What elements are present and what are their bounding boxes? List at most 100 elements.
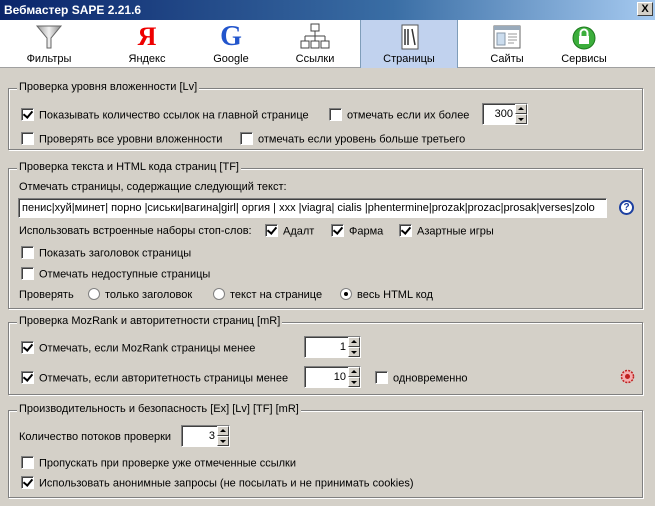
mark-if-more-checkbox[interactable]: отмечать если их более	[329, 108, 470, 122]
funnel-icon	[35, 25, 63, 49]
stop-adult-label: Адалт	[283, 225, 315, 238]
sites-icon	[493, 25, 521, 49]
threads-label: Количество потоков проверки	[19, 431, 172, 443]
mark-unavailable-label: Отмечать недоступные страницы	[39, 268, 211, 281]
help-icon[interactable]: ?	[619, 200, 634, 215]
show-title-checkbox-box[interactable]	[21, 246, 34, 259]
tab-filters[interactable]: Фильтры	[0, 20, 98, 68]
show-title-checkbox[interactable]: Показать заголовок страницы	[21, 246, 192, 260]
spinner-down-button[interactable]	[348, 347, 360, 357]
group-text-filter-legend: Проверка текста и HTML кода страниц [TF]	[17, 161, 241, 173]
sitemap-icon	[300, 23, 330, 49]
group-nesting-level-legend: Проверка уровня вложенности [Lv]	[17, 81, 200, 93]
close-button[interactable]: X	[637, 2, 653, 16]
simultaneous-label: одновременно	[393, 372, 468, 385]
mark-level-third-checkbox-box[interactable]	[240, 132, 253, 145]
filter-text-input[interactable]: пенис|хуй|минет| порно |сиськи|вагина|gi…	[18, 198, 607, 218]
threads-spinner[interactable]: 3	[181, 425, 230, 447]
radio-full-html-circle[interactable]	[340, 288, 352, 301]
anonymous-checkbox[interactable]: Использовать анонимные запросы (не посыл…	[21, 476, 414, 490]
spinner-up-button[interactable]	[515, 104, 527, 114]
group-nesting-level: Проверка уровня вложенности [Lv] Показыв…	[8, 81, 643, 150]
stop-pharma-checkbox[interactable]: Фарма	[331, 224, 384, 238]
stop-gambling-label: Азартные игры	[417, 225, 494, 238]
mark-unavailable-checkbox-box[interactable]	[21, 267, 34, 280]
pages-icon	[401, 24, 419, 50]
mark-if-more-checkbox-box[interactable]	[329, 108, 342, 121]
authority-checkbox[interactable]: Отмечать, если авторитетность страницы м…	[21, 371, 289, 385]
stop-gambling-checkbox[interactable]: Азартные игры	[399, 224, 494, 238]
group-text-filter: Проверка текста и HTML кода страниц [TF]…	[8, 161, 643, 309]
mark-level-third-checkbox[interactable]: отмечать если уровень больше третьего	[240, 132, 466, 146]
check-all-levels-checkbox-box[interactable]	[21, 132, 34, 145]
simultaneous-checkbox-box[interactable]	[375, 371, 388, 384]
spinner-up-button[interactable]	[217, 426, 229, 436]
spinner-down-button[interactable]	[217, 436, 229, 446]
spinner-down-button[interactable]	[515, 114, 527, 124]
radio-page-text-label: текст на странице	[230, 289, 323, 301]
radio-full-html-label: весь HTML код	[357, 289, 433, 301]
show-count-checkbox[interactable]: Показывать количество ссылок на главной …	[21, 108, 309, 122]
mozrank-label: Отмечать, если MozRank страницы менее	[39, 342, 256, 355]
window-titlebar: Вебмастер SAPE 2.21.6 X	[0, 0, 655, 20]
show-title-label: Показать заголовок страницы	[39, 247, 192, 260]
mark-if-more-value: 300	[494, 108, 513, 120]
mark-if-more-label: отмечать если их более	[347, 109, 470, 122]
mark-pages-label: Отмечать страницы, содержащие следующий …	[19, 181, 287, 193]
mozrank-checkbox[interactable]: Отмечать, если MozRank страницы менее	[21, 341, 256, 355]
mark-unavailable-checkbox[interactable]: Отмечать недоступные страницы	[21, 267, 211, 281]
mozrank-value: 1	[339, 341, 346, 353]
skip-marked-label: Пропускать при проверке уже отмеченные с…	[39, 457, 297, 470]
tab-services[interactable]: Сервисы	[535, 20, 633, 68]
show-count-checkbox-box[interactable]	[21, 108, 34, 121]
check-all-levels-checkbox[interactable]: Проверять все уровни вложенности	[21, 132, 223, 146]
window-title: Вебмастер SAPE 2.21.6	[4, 3, 142, 17]
anonymous-label: Использовать анонимные запросы (не посыл…	[39, 477, 414, 490]
radio-title-only-label: только заголовок	[105, 289, 193, 301]
stop-adult-checkbox[interactable]: Адалт	[265, 224, 315, 238]
skip-marked-checkbox[interactable]: Пропускать при проверке уже отмеченные с…	[21, 456, 297, 470]
tab-links-label: Ссылки	[295, 53, 335, 65]
mark-level-third-label: отмечать если уровень больше третьего	[258, 133, 466, 146]
services-icon	[572, 26, 596, 50]
main-toolbar: Фильтры Я Яндекс G Google Ссылки Страниц…	[0, 20, 655, 68]
tab-links[interactable]: Ссылки	[266, 20, 364, 68]
gear-icon[interactable]	[620, 369, 635, 384]
authority-spinner[interactable]: 10	[304, 366, 361, 388]
tab-filters-label: Фильтры	[26, 53, 72, 65]
authority-label: Отмечать, если авторитетность страницы м…	[39, 372, 289, 385]
spinner-down-button[interactable]	[348, 377, 360, 387]
show-count-label: Показывать количество ссылок на главной …	[39, 109, 309, 122]
stopwords-label: Использовать встроенные наборы стоп-слов…	[19, 225, 252, 237]
stop-pharma-checkbox-box[interactable]	[331, 224, 344, 237]
anonymous-checkbox-box[interactable]	[21, 476, 34, 489]
spinner-up-button[interactable]	[348, 367, 360, 377]
mark-if-more-spinner[interactable]: 300	[482, 103, 528, 125]
authority-checkbox-box[interactable]	[21, 371, 34, 384]
tab-services-label: Сервисы	[561, 53, 607, 65]
mozrank-checkbox-box[interactable]	[21, 341, 34, 354]
check-all-levels-label: Проверять все уровни вложенности	[39, 133, 223, 146]
radio-page-text-circle[interactable]	[213, 288, 225, 301]
radio-title-only[interactable]: только заголовок	[88, 288, 193, 302]
group-mozrank: Проверка MozRank и авторитетности страни…	[8, 315, 643, 395]
authority-value: 10	[333, 371, 346, 383]
tab-pages[interactable]: Страницы	[360, 20, 458, 68]
spinner-up-button[interactable]	[348, 337, 360, 347]
group-mozrank-legend: Проверка MozRank и авторитетности страни…	[17, 315, 283, 327]
simultaneous-checkbox[interactable]: одновременно	[375, 371, 468, 385]
group-performance-legend: Производительность и безопасность [Ex] […	[17, 403, 301, 415]
skip-marked-checkbox-box[interactable]	[21, 456, 34, 469]
radio-page-text[interactable]: текст на странице	[213, 288, 323, 302]
stop-gambling-checkbox-box[interactable]	[399, 224, 412, 237]
stop-adult-checkbox-box[interactable]	[265, 224, 278, 237]
group-performance: Производительность и безопасность [Ex] […	[8, 403, 643, 498]
radio-title-only-circle[interactable]	[88, 288, 100, 301]
threads-value: 3	[208, 430, 215, 442]
yandex-logo-icon: Я	[137, 22, 157, 51]
mozrank-spinner[interactable]: 1	[304, 336, 361, 358]
stop-pharma-label: Фарма	[349, 225, 384, 238]
radio-full-html[interactable]: весь HTML код	[340, 288, 433, 302]
google-logo-icon: G	[220, 21, 242, 52]
tab-pages-label: Страницы	[383, 53, 435, 65]
